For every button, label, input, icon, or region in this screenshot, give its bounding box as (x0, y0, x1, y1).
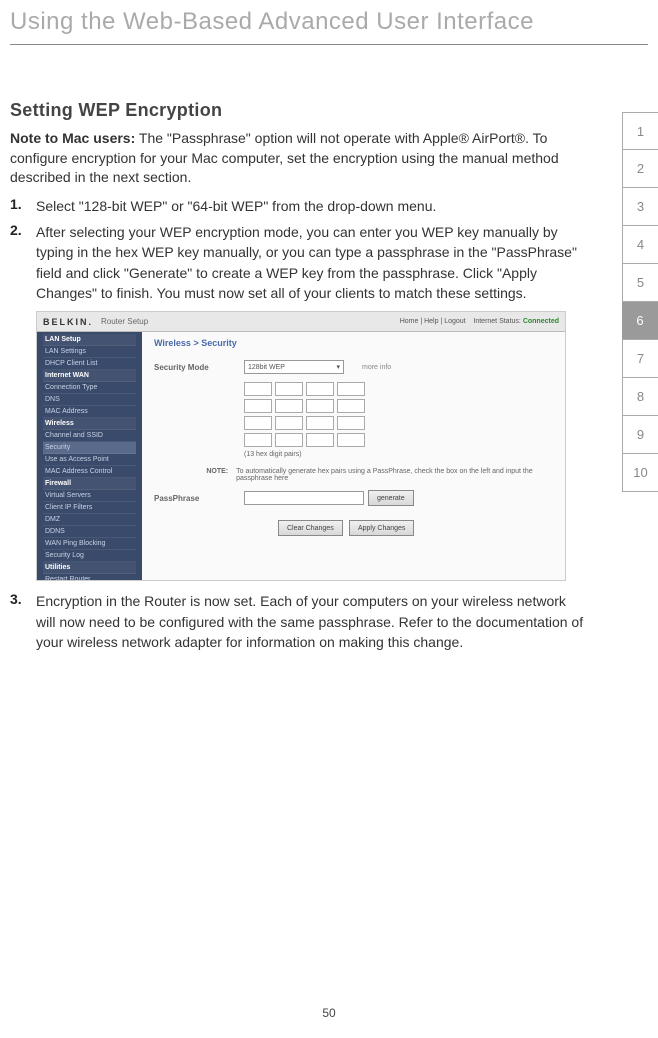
sidebar-group: Wireless (43, 418, 136, 430)
sidebar-item[interactable]: DHCP Client List (43, 358, 136, 370)
tab-10[interactable]: 10 (622, 454, 658, 492)
note-label: NOTE: (154, 468, 236, 482)
select-value: 128bit WEP (248, 364, 285, 371)
note-row: NOTE: To automatically generate hex pair… (154, 468, 553, 482)
wep-key-input[interactable] (244, 433, 272, 447)
brand-logo: BELKIN. (43, 317, 93, 327)
wep-key-input[interactable] (306, 382, 334, 396)
sidebar-group: Internet WAN (43, 370, 136, 382)
shot-topbar: BELKIN. Router Setup Home | Help | Logou… (37, 312, 565, 332)
tab-1[interactable]: 1 (622, 112, 658, 150)
apply-changes-button[interactable]: Apply Changes (349, 520, 414, 536)
wep-key-input[interactable] (337, 382, 365, 396)
sidebar-item[interactable]: LAN Settings (43, 346, 136, 358)
security-mode-row: Security Mode 128bit WEP ▾ more info (154, 360, 553, 374)
topbar-right: Home | Help | Logout Internet Status: Co… (400, 318, 559, 325)
sidebar-item[interactable]: Channel and SSID (43, 430, 136, 442)
wep-key-input[interactable] (337, 399, 365, 413)
topbar-links[interactable]: Home | Help | Logout (400, 318, 466, 325)
step-body: Select "128-bit WEP" or "64-bit WEP" fro… (36, 196, 436, 216)
step-number: 3. (10, 591, 36, 652)
step-number: 1. (10, 196, 36, 216)
sidebar-item[interactable]: Use as Access Point (43, 454, 136, 466)
tab-3[interactable]: 3 (622, 188, 658, 226)
wep-key-input[interactable] (306, 433, 334, 447)
note-label: Note to Mac users: (10, 130, 135, 146)
sidebar-item-security[interactable]: Security (43, 442, 136, 454)
step-3: 3. Encryption in the Router is now set. … (10, 591, 588, 652)
breadcrumb: Wireless > Security (154, 338, 553, 348)
wep-key-input[interactable] (337, 433, 365, 447)
tab-6[interactable]: 6 (622, 302, 658, 340)
wep-key-input[interactable] (244, 399, 272, 413)
tab-4[interactable]: 4 (622, 226, 658, 264)
sidebar-item[interactable]: MAC Address (43, 406, 136, 418)
passphrase-label: PassPhrase (154, 494, 244, 503)
sidebar-item[interactable]: Security Log (43, 550, 136, 562)
sidebar-item[interactable]: DMZ (43, 514, 136, 526)
sidebar-item[interactable]: Client IP Filters (43, 502, 136, 514)
sidebar-item[interactable]: Virtual Servers (43, 490, 136, 502)
step-number: 2. (10, 222, 36, 303)
ui-screenshot-figure: BELKIN. Router Setup Home | Help | Logou… (36, 311, 566, 581)
shot-main-panel: Wireless > Security Security Mode 128bit… (142, 312, 565, 580)
sidebar-item[interactable]: Restart Router (43, 574, 136, 581)
chevron-down-icon: ▾ (336, 363, 340, 371)
wep-key-input[interactable] (275, 382, 303, 396)
passphrase-input[interactable] (244, 491, 364, 505)
passphrase-row: PassPhrase generate (154, 490, 553, 506)
sidebar-group: Utilities (43, 562, 136, 574)
key-caption: (13 hex digit pairs) (244, 451, 553, 458)
wep-key-input[interactable] (306, 416, 334, 430)
sidebar-item[interactable]: Connection Type (43, 382, 136, 394)
wep-key-input[interactable] (275, 399, 303, 413)
wep-key-input[interactable] (244, 382, 272, 396)
security-mode-select[interactable]: 128bit WEP ▾ (244, 360, 344, 374)
tab-9[interactable]: 9 (622, 416, 658, 454)
status-label: Internet Status: (473, 318, 520, 325)
wep-key-input[interactable] (244, 416, 272, 430)
sidebar-group: Firewall (43, 478, 136, 490)
tab-2[interactable]: 2 (622, 150, 658, 188)
step-body: Encryption in the Router is now set. Eac… (36, 591, 588, 652)
tab-7[interactable]: 7 (622, 340, 658, 378)
chapter-title: Using the Web-Based Advanced User Interf… (0, 0, 658, 36)
main-content: Setting WEP Encryption Note to Mac users… (0, 45, 658, 652)
status-value: Connected (523, 318, 559, 325)
tab-8[interactable]: 8 (622, 378, 658, 416)
note-text: To automatically generate hex pairs usin… (236, 468, 553, 482)
step-2: 2. After selecting your WEP encryption m… (10, 222, 588, 303)
section-tabs: 1 2 3 4 5 6 7 8 9 10 (622, 112, 658, 492)
sidebar-item[interactable]: WAN Ping Blocking (43, 538, 136, 550)
note-paragraph: Note to Mac users: The "Passphrase" opti… (10, 129, 588, 188)
section-heading: Setting WEP Encryption (10, 100, 588, 121)
sidebar-item[interactable]: DDNS (43, 526, 136, 538)
sidebar-group: LAN Setup (43, 334, 136, 346)
more-info-link[interactable]: more info (362, 364, 391, 371)
sidebar-item[interactable]: MAC Address Control (43, 466, 136, 478)
wep-key-input[interactable] (337, 416, 365, 430)
step-body: After selecting your WEP encryption mode… (36, 222, 588, 303)
generate-button[interactable]: generate (368, 490, 414, 506)
clear-changes-button[interactable]: Clear Changes (278, 520, 343, 536)
security-mode-label: Security Mode (154, 363, 244, 372)
topbar-subtitle: Router Setup (101, 317, 148, 326)
shot-sidebar: LAN Setup LAN Settings DHCP Client List … (37, 312, 142, 580)
step-1: 1. Select "128-bit WEP" or "64-bit WEP" … (10, 196, 588, 216)
wep-key-input[interactable] (306, 399, 334, 413)
wep-key-grid (244, 382, 553, 447)
page-number: 50 (0, 1006, 658, 1020)
footer-buttons: Clear Changes Apply Changes (274, 520, 553, 536)
wep-key-input[interactable] (275, 433, 303, 447)
tab-5[interactable]: 5 (622, 264, 658, 302)
sidebar-item[interactable]: DNS (43, 394, 136, 406)
wep-key-input[interactable] (275, 416, 303, 430)
